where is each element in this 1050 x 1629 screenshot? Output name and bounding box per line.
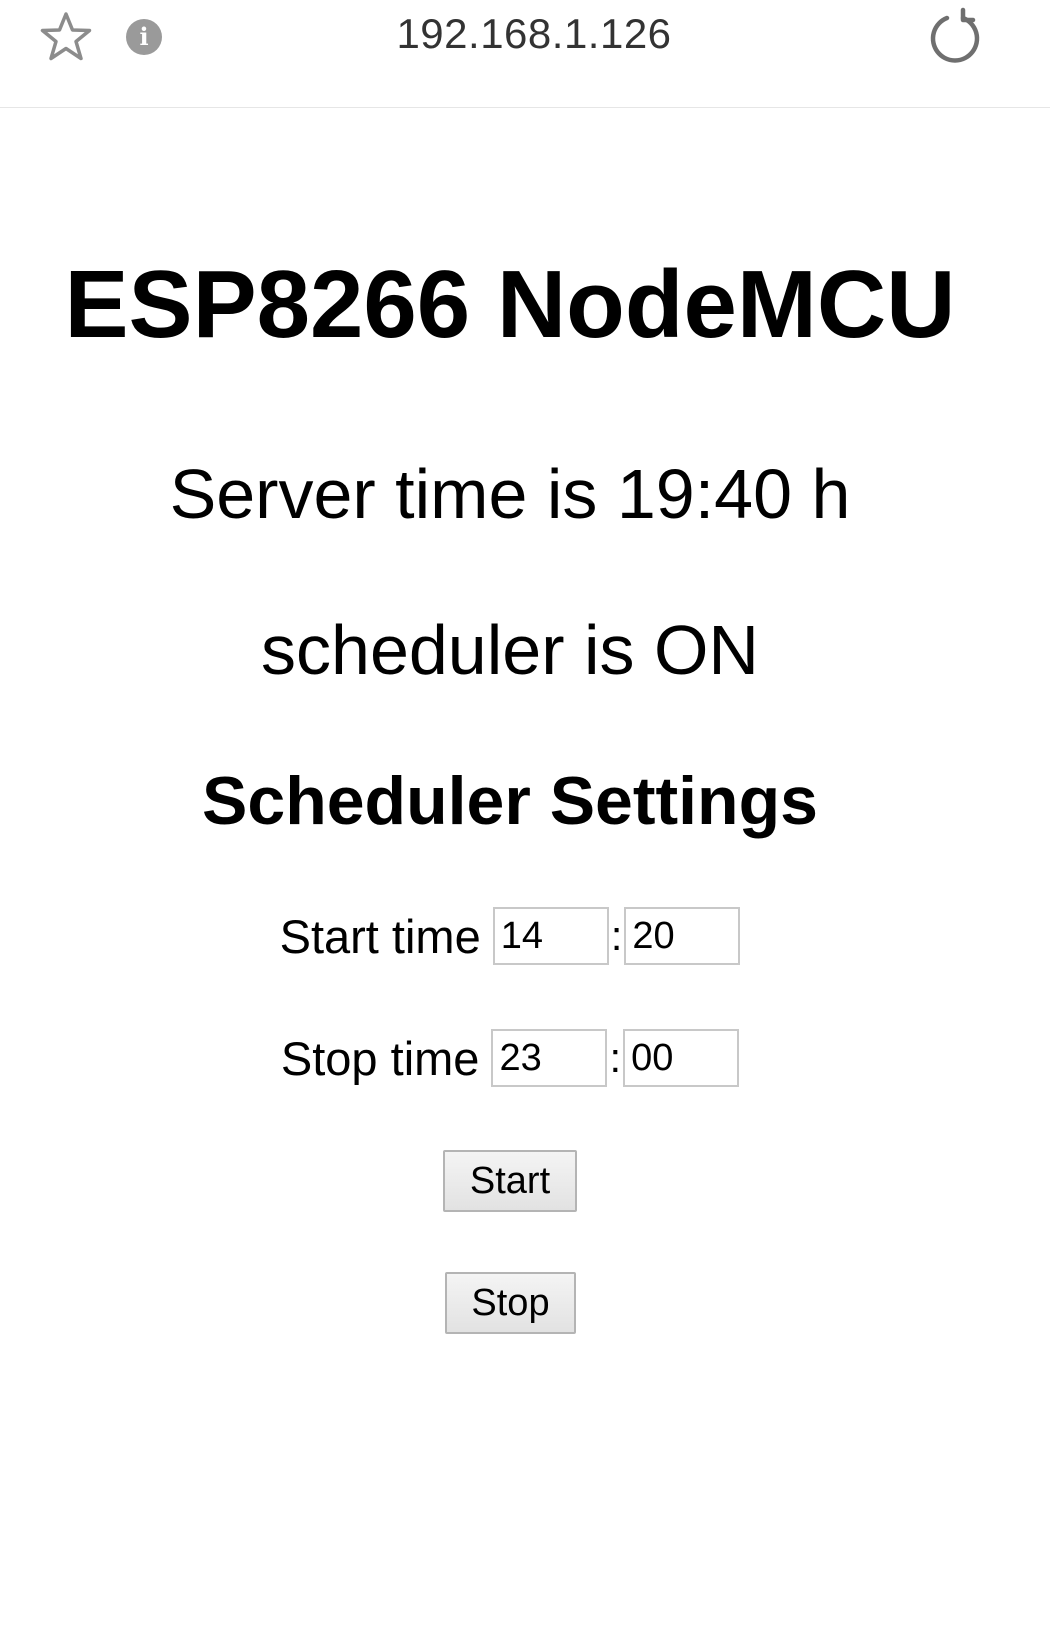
start-time-label: Start time — [279, 909, 481, 963]
server-time-text: Server time is 19:40 h — [169, 455, 851, 533]
start-time-separator: : — [610, 912, 623, 959]
browser-address-bar: i 192.168.1.126 — [0, 0, 1050, 108]
start-hour-input[interactable] — [492, 907, 609, 965]
stop-time-row: Stop time : — [0, 1029, 1020, 1087]
start-time-row: Start time : — [0, 907, 1020, 965]
stop-hour-input[interactable] — [491, 1029, 608, 1087]
section-title: Scheduler Settings — [202, 763, 818, 839]
start-minute-input[interactable] — [624, 907, 741, 965]
url-text[interactable]: 192.168.1.126 — [0, 10, 1050, 58]
scheduler-status-text: scheduler is ON — [261, 611, 759, 689]
stop-button[interactable]: Stop — [445, 1272, 576, 1334]
stop-time-separator: : — [609, 1034, 622, 1081]
page-title: ESP8266 NodeMCU — [64, 251, 956, 358]
stop-minute-input[interactable] — [623, 1029, 740, 1087]
reload-icon[interactable] — [925, 6, 985, 66]
start-button[interactable]: Start — [443, 1150, 577, 1212]
stop-time-label: Stop time — [280, 1031, 480, 1085]
